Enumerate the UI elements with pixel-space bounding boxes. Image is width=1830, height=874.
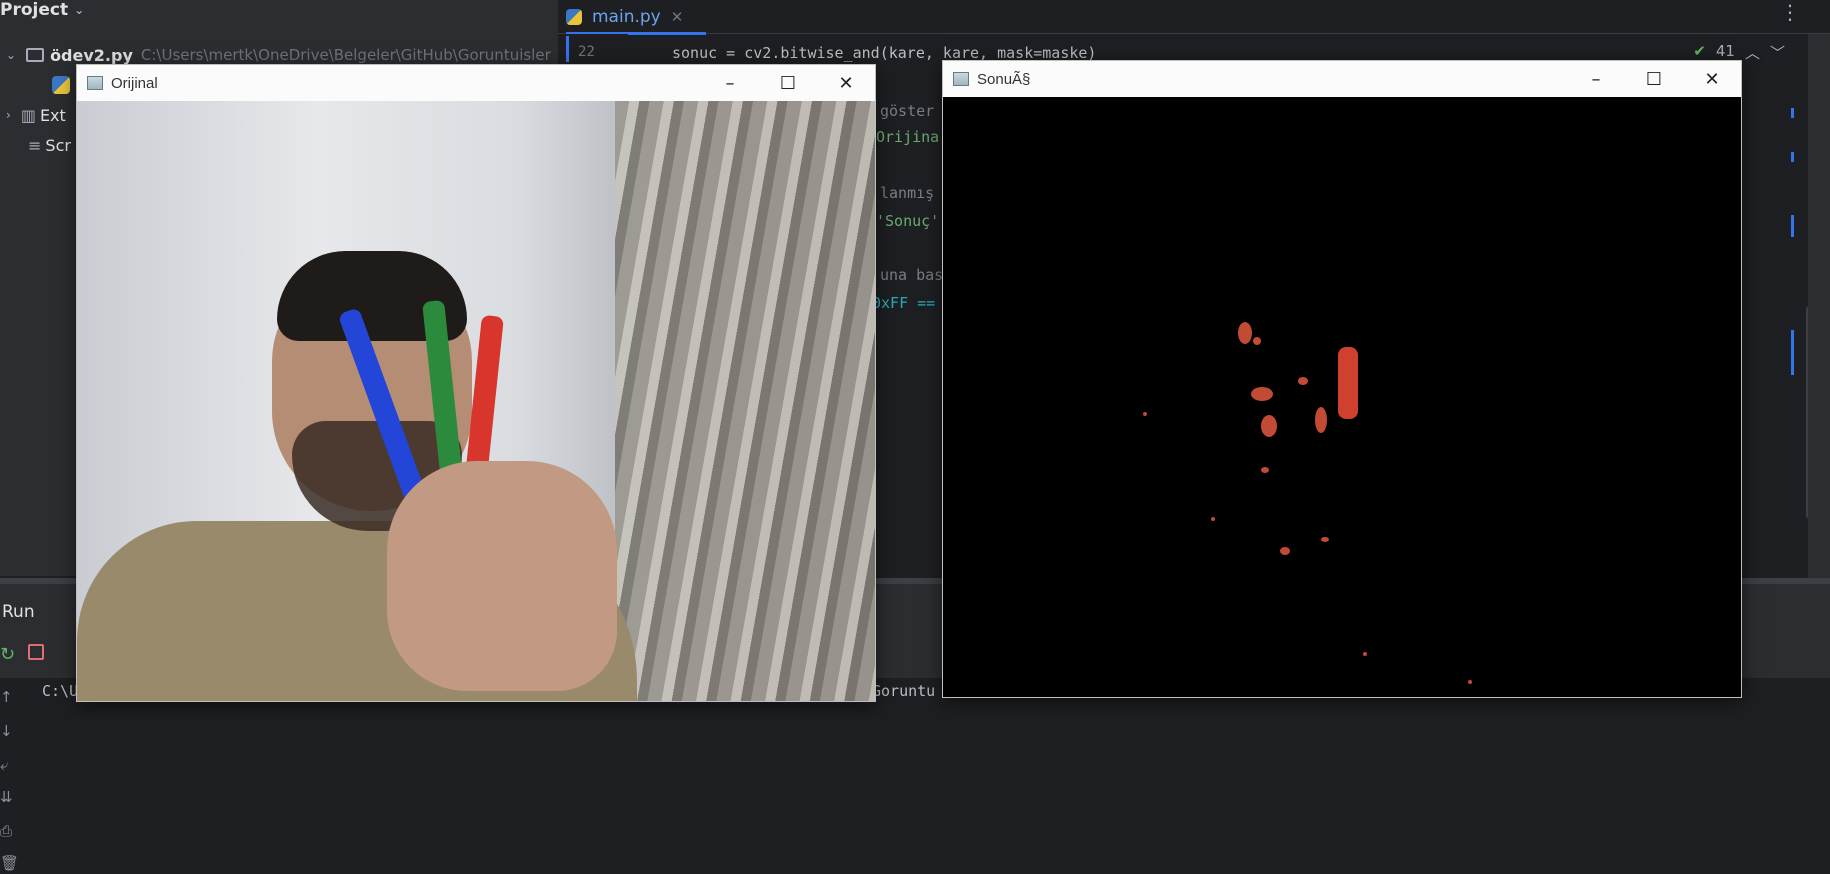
mask-speck (1211, 517, 1215, 521)
mask-speck (1261, 467, 1269, 473)
original-window[interactable]: Orijinal – ☐ ✕ (76, 64, 876, 702)
rerun-icon[interactable]: ↻ (0, 644, 15, 665)
mask-speck (1238, 322, 1252, 344)
mask-speck (1468, 680, 1472, 684)
mask-speck (1280, 547, 1290, 555)
mask-speck (1251, 387, 1273, 401)
close-button[interactable]: ✕ (817, 65, 875, 101)
mask-speck (1143, 412, 1147, 416)
code-fragment: 'Sonuç' (876, 212, 940, 230)
camera-image (77, 101, 875, 701)
soft-wrap-icon[interactable]: ⤶ (0, 756, 18, 774)
minimize-button[interactable]: – (1567, 61, 1625, 97)
minimap-marker (1791, 215, 1794, 237)
code-fragment: Orijina (876, 128, 940, 146)
minimap-marker (1791, 152, 1794, 162)
arrow-up-icon[interactable]: ↑ (0, 688, 18, 706)
person-hand (387, 461, 617, 691)
chevron-up-icon[interactable]: ︿ (1745, 42, 1760, 63)
tree-item-external-libraries[interactable]: › ▥ Ext (6, 102, 66, 128)
result-window[interactable]: SonuÃ§ – ☐ ✕ (942, 60, 1742, 698)
code-fragment: göster (880, 102, 935, 120)
console-output: Goruntu (872, 682, 936, 700)
minimap-marker (1791, 108, 1794, 118)
code-fragment: lanmış (880, 184, 935, 202)
run-title[interactable]: Run (2, 602, 35, 622)
close-icon[interactable]: ✕ (671, 8, 684, 26)
scroll-to-end-icon[interactable]: ⇊ (0, 788, 18, 806)
mask-speck (1298, 377, 1308, 385)
tab-main-py[interactable]: main.py ✕ (566, 0, 706, 35)
tree-item-label: Ext (39, 105, 66, 125)
chevron-down-icon[interactable]: ⌄ (74, 3, 84, 17)
tree-item-python-file[interactable] (52, 72, 70, 98)
mask-speck (1315, 407, 1327, 433)
mask-frame (943, 97, 1741, 697)
mask-speck (1321, 537, 1329, 542)
print-icon[interactable]: ⎙ (0, 822, 18, 840)
arrow-down-icon[interactable]: ↓ (0, 722, 18, 740)
stop-icon[interactable] (28, 644, 44, 660)
mask-speck (1253, 337, 1261, 345)
trash-icon[interactable]: 🗑 (0, 854, 19, 872)
close-button[interactable]: ✕ (1683, 61, 1741, 97)
maximize-button[interactable]: ☐ (759, 65, 817, 101)
change-marker (566, 36, 569, 62)
window-titlebar[interactable]: SonuÃ§ – ☐ ✕ (943, 61, 1741, 97)
mask-speck (1363, 652, 1367, 656)
scratches-icon: ≡ (28, 135, 42, 155)
code-fragment: 0xFF == (872, 294, 936, 312)
python-file-icon (566, 9, 582, 25)
minimap-marker (1791, 330, 1794, 375)
python-file-icon (52, 76, 70, 94)
chevron-down-icon[interactable]: ⌄ (6, 48, 16, 62)
minimize-button[interactable]: – (701, 65, 759, 101)
window-titlebar[interactable]: Orijinal – ☐ ✕ (77, 65, 875, 101)
window-title: Orijinal (111, 74, 158, 92)
library-icon: ▥ (20, 105, 36, 125)
project-header[interactable]: Project ⌄ (0, 0, 84, 20)
project-title: Project (0, 0, 69, 20)
folder-icon (26, 48, 45, 62)
line-number: 22 (578, 44, 595, 60)
app-icon (87, 76, 103, 90)
editor-tabbar: main.py ✕ ⋮ (558, 0, 1830, 35)
curtain (615, 101, 875, 701)
tab-label: main.py (592, 7, 661, 27)
more-options-icon[interactable]: ⋮ (1780, 0, 1800, 24)
tree-item-label: Scr (45, 135, 71, 155)
code-fragment: una bas (880, 266, 944, 284)
tree-root-label: ödev2.py (50, 45, 133, 65)
mask-image (943, 97, 1741, 697)
right-tool-strip (1808, 34, 1830, 594)
tree-item-scratches[interactable]: ≡ Scr (28, 132, 71, 158)
mask-speck (1261, 415, 1277, 437)
app-icon (953, 72, 969, 86)
chevron-down-icon[interactable]: ﹀ (1770, 42, 1785, 63)
maximize-button[interactable]: ☐ (1625, 61, 1683, 97)
camera-frame (77, 101, 875, 701)
window-title: SonuÃ§ (977, 70, 1031, 88)
chevron-right-icon[interactable]: › (6, 108, 11, 122)
red-pen-mask (1338, 347, 1358, 419)
tree-root-path: C:\Users\mertk\OneDrive\Belgeler\GitHub\… (140, 46, 551, 64)
console-output: C:\U (42, 682, 79, 700)
